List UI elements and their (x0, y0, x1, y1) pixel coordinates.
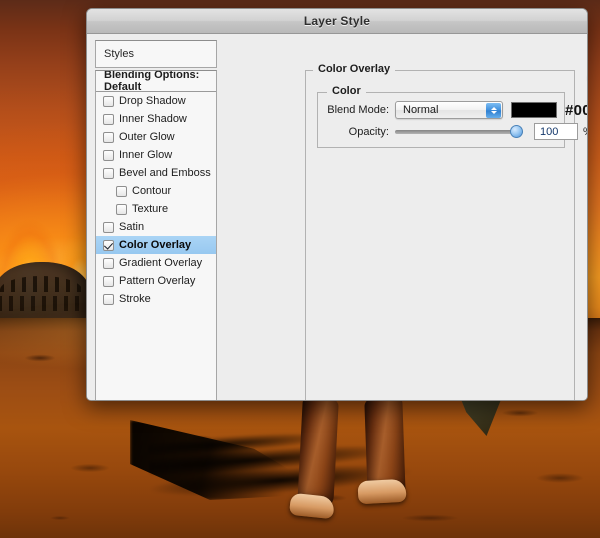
color-group-title: Color (327, 85, 366, 97)
effect-checkbox[interactable] (103, 95, 114, 107)
effect-label: Stroke (119, 293, 151, 305)
effect-label: Gradient Overlay (119, 257, 203, 269)
effect-label: Outer Glow (119, 131, 175, 143)
effect-row[interactable]: Inner Shadow (96, 110, 216, 128)
dialog-body: Styles Blending Options: Default Drop Sh… (87, 34, 588, 400)
effect-checkbox[interactable] (103, 167, 114, 179)
effect-label: Texture (132, 203, 169, 215)
effect-label: Inner Shadow (119, 113, 187, 125)
opacity-row: Opacity: 100 % (321, 123, 587, 140)
cancel-button[interactable]: Cancel (587, 94, 588, 115)
blend-mode-select[interactable]: Normal (395, 101, 503, 119)
blending-options-label: Blending Options: Default (104, 70, 200, 93)
effect-checkbox[interactable] (103, 149, 114, 161)
styles-list-box[interactable]: Styles (95, 40, 217, 68)
effect-row[interactable]: Gradient Overlay (96, 254, 216, 272)
effects-rows: Drop Shadow Inner Shadow Outer Glow Inner G… (96, 92, 216, 308)
effect-checkbox[interactable] (103, 131, 114, 143)
screenshot-stage: Layer Style Styles Blending Options: Def… (0, 0, 600, 538)
effect-label: Pattern Overlay (119, 275, 196, 287)
effect-row[interactable]: Drop Shadow (96, 92, 216, 110)
effect-checkbox[interactable] (103, 239, 114, 251)
effect-row[interactable]: Texture (96, 200, 216, 218)
blend-mode-value: Normal (403, 104, 439, 116)
ok-button[interactable]: OK (587, 67, 588, 88)
effect-row[interactable]: Pattern Overlay (96, 272, 216, 290)
effect-checkbox[interactable] (103, 293, 114, 305)
figure-leg-left (297, 397, 339, 509)
opacity-unit: % (583, 126, 587, 138)
new-style-button[interactable]: New Style... (587, 121, 588, 142)
dialog-title: Layer Style (303, 14, 371, 28)
opacity-input[interactable]: 100 (534, 123, 578, 140)
effect-row[interactable]: Inner Glow (96, 146, 216, 164)
overlay-color-hex: #000000 (565, 101, 587, 119)
panel-title: Color Overlay (313, 63, 396, 75)
effect-label: Contour (132, 185, 172, 197)
effect-checkbox[interactable] (116, 185, 127, 197)
effect-row[interactable]: Stroke (96, 290, 216, 308)
effect-row[interactable]: Color Overlay (96, 236, 216, 254)
overlay-color-swatch[interactable] (511, 102, 557, 118)
opacity-label: Opacity: (348, 125, 389, 138)
effect-row[interactable]: Satin (96, 218, 216, 236)
effect-label: Satin (119, 221, 145, 233)
effect-checkbox[interactable] (103, 257, 114, 269)
blending-options-row[interactable]: Blending Options: Default (96, 70, 216, 93)
dialog-titlebar[interactable]: Layer Style (87, 9, 587, 34)
opacity-slider[interactable] (395, 124, 523, 138)
effect-row[interactable]: Outer Glow (96, 128, 216, 146)
blend-mode-row: Blend Mode: Normal #000000 (321, 101, 587, 119)
effect-row[interactable]: Bevel and Emboss (96, 164, 216, 182)
opacity-value: 100 (540, 125, 559, 138)
chevron-updown-icon[interactable] (486, 103, 501, 118)
effect-checkbox[interactable] (116, 203, 127, 215)
styles-label: Styles (104, 48, 134, 60)
blend-mode-label: Blend Mode: (327, 104, 389, 116)
effect-checkbox[interactable] (103, 275, 114, 287)
figure-foot-right (357, 478, 407, 505)
effect-checkbox[interactable] (103, 113, 114, 125)
effect-label: Drop Shadow (119, 95, 186, 107)
effect-checkbox[interactable] (103, 221, 114, 233)
effect-label: Inner Glow (119, 149, 173, 161)
effect-row[interactable]: Contour (96, 182, 216, 200)
layer-style-dialog: Layer Style Styles Blending Options: Def… (86, 8, 588, 401)
effect-label: Bevel and Emboss (119, 167, 211, 179)
effects-list: Blending Options: Default Drop Shadow Inn… (95, 70, 217, 400)
effect-label: Color Overlay (119, 239, 192, 251)
opacity-slider-handle[interactable] (510, 124, 523, 138)
